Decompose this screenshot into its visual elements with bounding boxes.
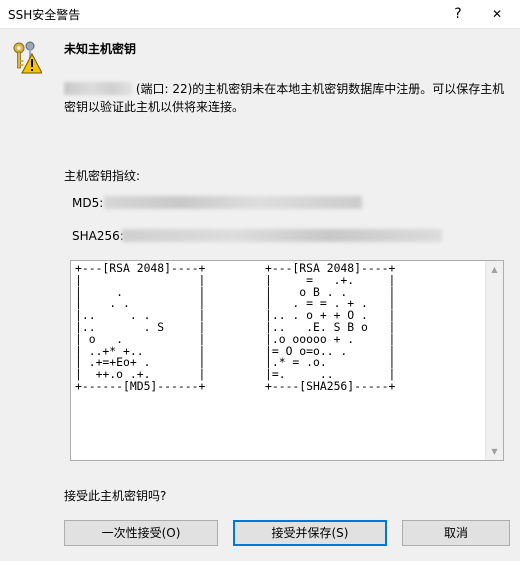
vertical-scrollbar[interactable]: ▲ ▼ (485, 261, 503, 460)
redacted-hostname (64, 82, 132, 95)
md5-fingerprint-redacted (104, 196, 362, 209)
scroll-down-icon[interactable]: ▼ (486, 443, 503, 460)
scroll-up-icon[interactable]: ▲ (486, 261, 503, 278)
keys-warning-icon (13, 41, 42, 74)
dialog-heading: 未知主机密钥 (64, 42, 137, 56)
cancel-button[interactable]: 取消 (402, 520, 510, 546)
title-bar: SSH安全警告 ? ✕ (0, 0, 520, 29)
randomart-textbox[interactable]: +---[RSA 2048]----+ | | | . | | . . | |.… (70, 260, 504, 461)
sha256-label: SHA256: (72, 229, 124, 243)
sha256-fingerprint-redacted (122, 229, 442, 242)
dialog-message: (端口: 22)的主机密钥未在本地主机密钥数据库中注册。可以保存主机 密钥以验证… (64, 80, 509, 116)
accept-and-save-button[interactable]: 接受并保存(S) (233, 520, 387, 546)
help-button[interactable]: ? (444, 3, 472, 25)
accept-once-button[interactable]: 一次性接受(O) (64, 520, 218, 546)
randomart-sha256: +---[RSA 2048]----+ | = .+. | | o B . . … (265, 261, 396, 393)
window-title: SSH安全警告 (8, 8, 81, 22)
randomart-md5: +---[RSA 2048]----+ | | | . | | . . | |.… (75, 261, 206, 393)
accept-question: 接受此主机密钥吗? (64, 489, 167, 503)
fingerprint-label: 主机密钥指纹: (64, 169, 141, 183)
close-button[interactable]: ✕ (480, 3, 514, 25)
message-line-2: 密钥以验证此主机以供将来连接。 (64, 100, 245, 114)
message-line-1: (端口: 22)的主机密钥未在本地主机密钥数据库中注册。可以保存主机 (132, 82, 505, 96)
md5-label: MD5: (72, 196, 104, 210)
